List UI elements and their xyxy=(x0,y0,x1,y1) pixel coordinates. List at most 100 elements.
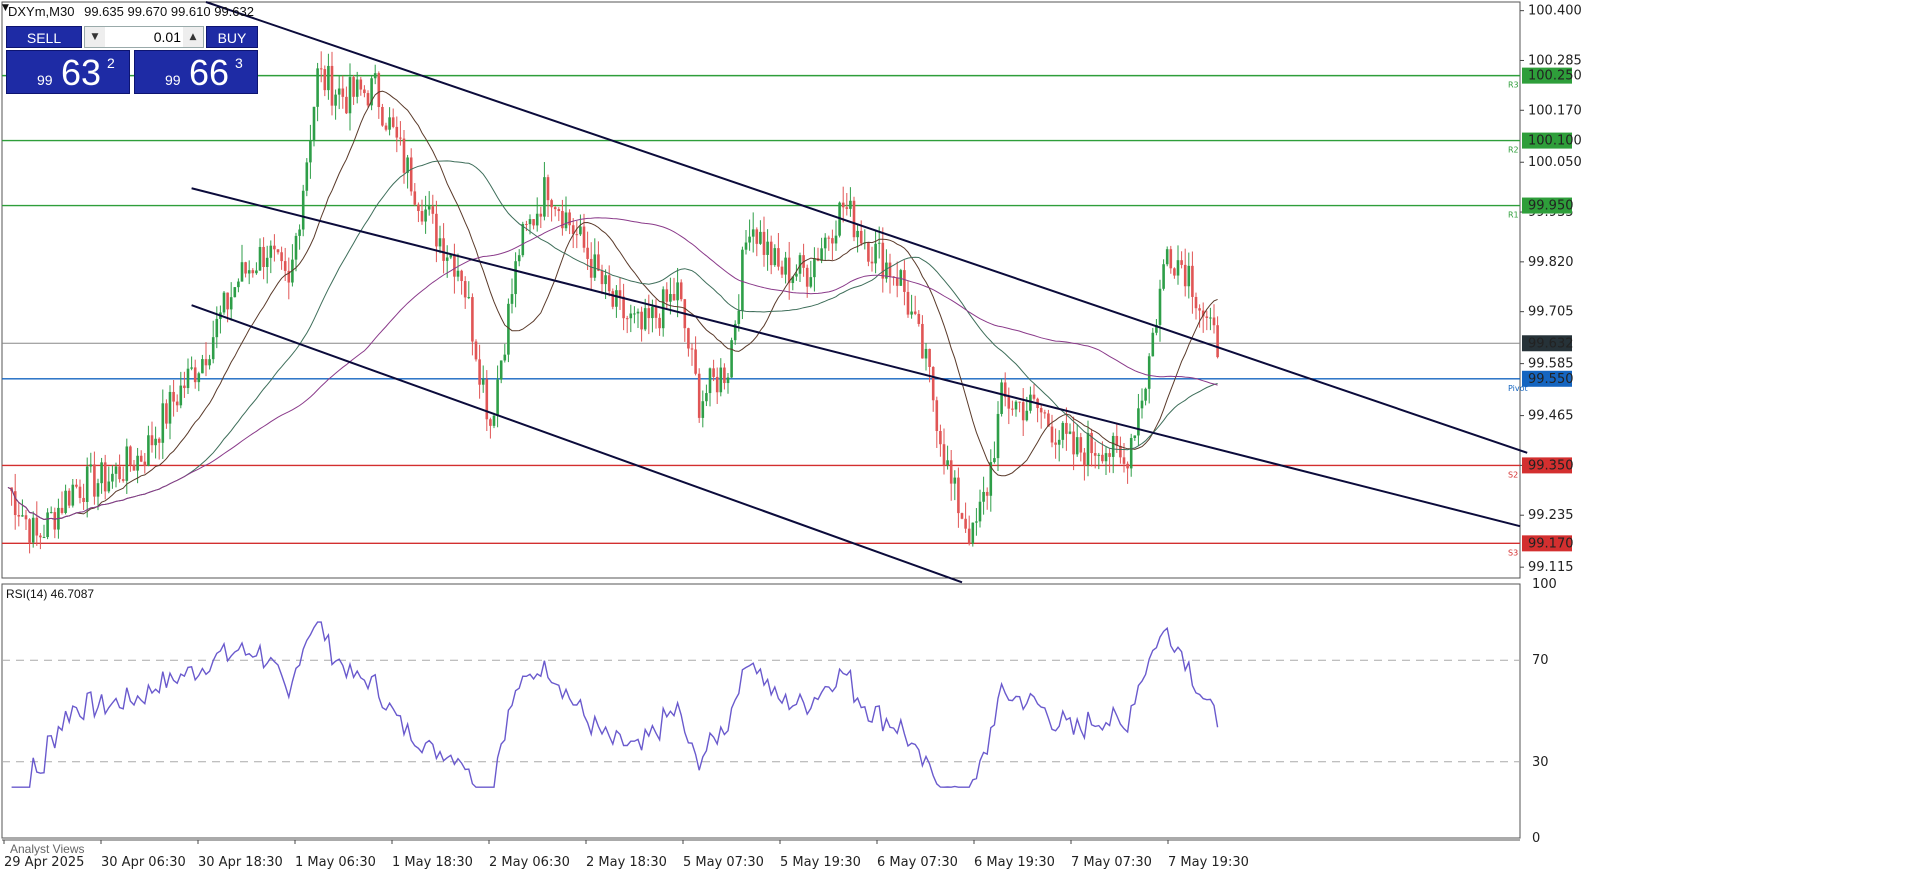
candle-body xyxy=(161,403,165,443)
x-tick-label: 2 May 06:30 xyxy=(489,855,570,870)
candle-body xyxy=(1068,431,1072,434)
candle-body xyxy=(438,238,442,247)
candle-body xyxy=(100,462,103,484)
lot-increase-icon[interactable]: ▲ xyxy=(183,27,203,47)
candle-body xyxy=(244,262,247,274)
candle-body xyxy=(805,267,809,287)
candle-body xyxy=(1129,437,1133,469)
sell-price-box[interactable]: 99 63 2 xyxy=(6,50,130,94)
candle-body xyxy=(1144,388,1147,401)
candle-body xyxy=(456,270,460,277)
sell-price-prefix: 99 xyxy=(37,72,53,88)
candle-body xyxy=(240,262,244,282)
candle-body xyxy=(618,290,622,297)
candle-body xyxy=(777,248,780,267)
candle-body xyxy=(867,242,870,262)
candle-body xyxy=(888,262,892,277)
sell-button[interactable]: SELL xyxy=(6,26,82,48)
candle-body xyxy=(845,207,849,209)
candle-body xyxy=(625,318,629,320)
candle-body xyxy=(744,242,748,250)
ohlc-values: 99.635 99.670 99.610 99.632 xyxy=(84,4,254,19)
candle-body xyxy=(179,385,183,406)
level-price-label: 100.250 xyxy=(1528,69,1582,84)
candle-body xyxy=(604,275,607,285)
candle-body xyxy=(471,297,474,342)
candle-body xyxy=(993,458,996,463)
level-price-label: 99.350 xyxy=(1528,458,1574,473)
candle-body xyxy=(589,258,593,278)
candle-body xyxy=(186,368,190,389)
lot-decrease-icon[interactable]: ▼ xyxy=(85,27,105,47)
candle-body xyxy=(89,464,93,467)
current-price-label: 99.632 xyxy=(1528,336,1574,351)
y-tick-label: 99.585 xyxy=(1528,357,1574,372)
candle-body xyxy=(96,483,100,497)
one-click-trade-panel: SELL ▼ ▲ BUY 99 63 2 99 66 3 xyxy=(6,26,258,96)
candle-body xyxy=(1057,439,1061,445)
candle-body xyxy=(1000,382,1003,414)
candle-body xyxy=(229,297,233,310)
candle-body xyxy=(111,473,114,482)
candle-body xyxy=(424,209,427,222)
candle-body xyxy=(453,254,456,277)
lot-size-input[interactable] xyxy=(107,28,183,46)
candle-body xyxy=(341,88,345,97)
candle-body xyxy=(129,446,132,465)
candle-body xyxy=(1165,249,1169,265)
channel-middle-line xyxy=(191,187,1521,528)
x-tick-label: 1 May 06:30 xyxy=(295,855,376,870)
candle-body xyxy=(24,515,28,520)
candle-body xyxy=(1119,445,1122,458)
candle-body xyxy=(49,512,53,514)
candle-body xyxy=(910,311,913,315)
candle-body xyxy=(28,519,31,543)
candle-body xyxy=(1169,249,1173,269)
candle-body xyxy=(496,379,499,416)
candle-body xyxy=(237,281,240,288)
candle-body xyxy=(247,270,251,274)
y-tick-label: 99.115 xyxy=(1528,560,1574,575)
candle-body xyxy=(319,68,323,70)
candle-body xyxy=(107,481,111,492)
candle-body xyxy=(535,213,539,226)
candle-body xyxy=(183,385,186,389)
candle-body xyxy=(1093,453,1097,456)
buy-price-big: 66 xyxy=(189,52,230,93)
candle-body xyxy=(204,359,208,366)
candle-body xyxy=(474,341,478,360)
candle-body xyxy=(1072,431,1075,455)
buy-button[interactable]: BUY xyxy=(206,26,258,48)
y-tick-label: 100.400 xyxy=(1528,4,1582,19)
candle-body xyxy=(226,292,229,310)
rsi-tick-label: 100 xyxy=(1532,577,1557,592)
candle-body xyxy=(780,266,784,275)
candle-body xyxy=(971,522,975,544)
candle-body xyxy=(755,229,759,244)
candle-body xyxy=(1032,394,1036,399)
candle-body xyxy=(1086,432,1090,466)
candle-body xyxy=(906,291,910,315)
candle-body xyxy=(712,368,715,377)
candle-body xyxy=(373,73,377,79)
candle-body xyxy=(1011,408,1014,410)
candle-body xyxy=(813,258,816,278)
candle-body xyxy=(154,438,157,446)
candle-body xyxy=(521,223,525,256)
y-tick-label: 99.465 xyxy=(1528,409,1574,424)
lot-size-control: ▼ ▲ xyxy=(84,26,204,48)
candle-body xyxy=(564,212,568,229)
candle-body xyxy=(1014,401,1018,410)
candle-body xyxy=(359,79,363,90)
candle-body xyxy=(1147,356,1151,389)
candle-body xyxy=(957,477,960,514)
rsi-tick-label: 0 xyxy=(1532,831,1540,846)
candle-body xyxy=(478,359,481,385)
x-tick-label: 1 May 18:30 xyxy=(392,855,473,870)
buy-price-box[interactable]: 99 66 3 xyxy=(134,50,258,94)
candle-body xyxy=(1183,264,1187,287)
candle-body xyxy=(388,117,391,130)
candle-body xyxy=(273,245,276,250)
candle-body xyxy=(1061,422,1065,440)
y-tick-label: 99.235 xyxy=(1528,508,1574,523)
